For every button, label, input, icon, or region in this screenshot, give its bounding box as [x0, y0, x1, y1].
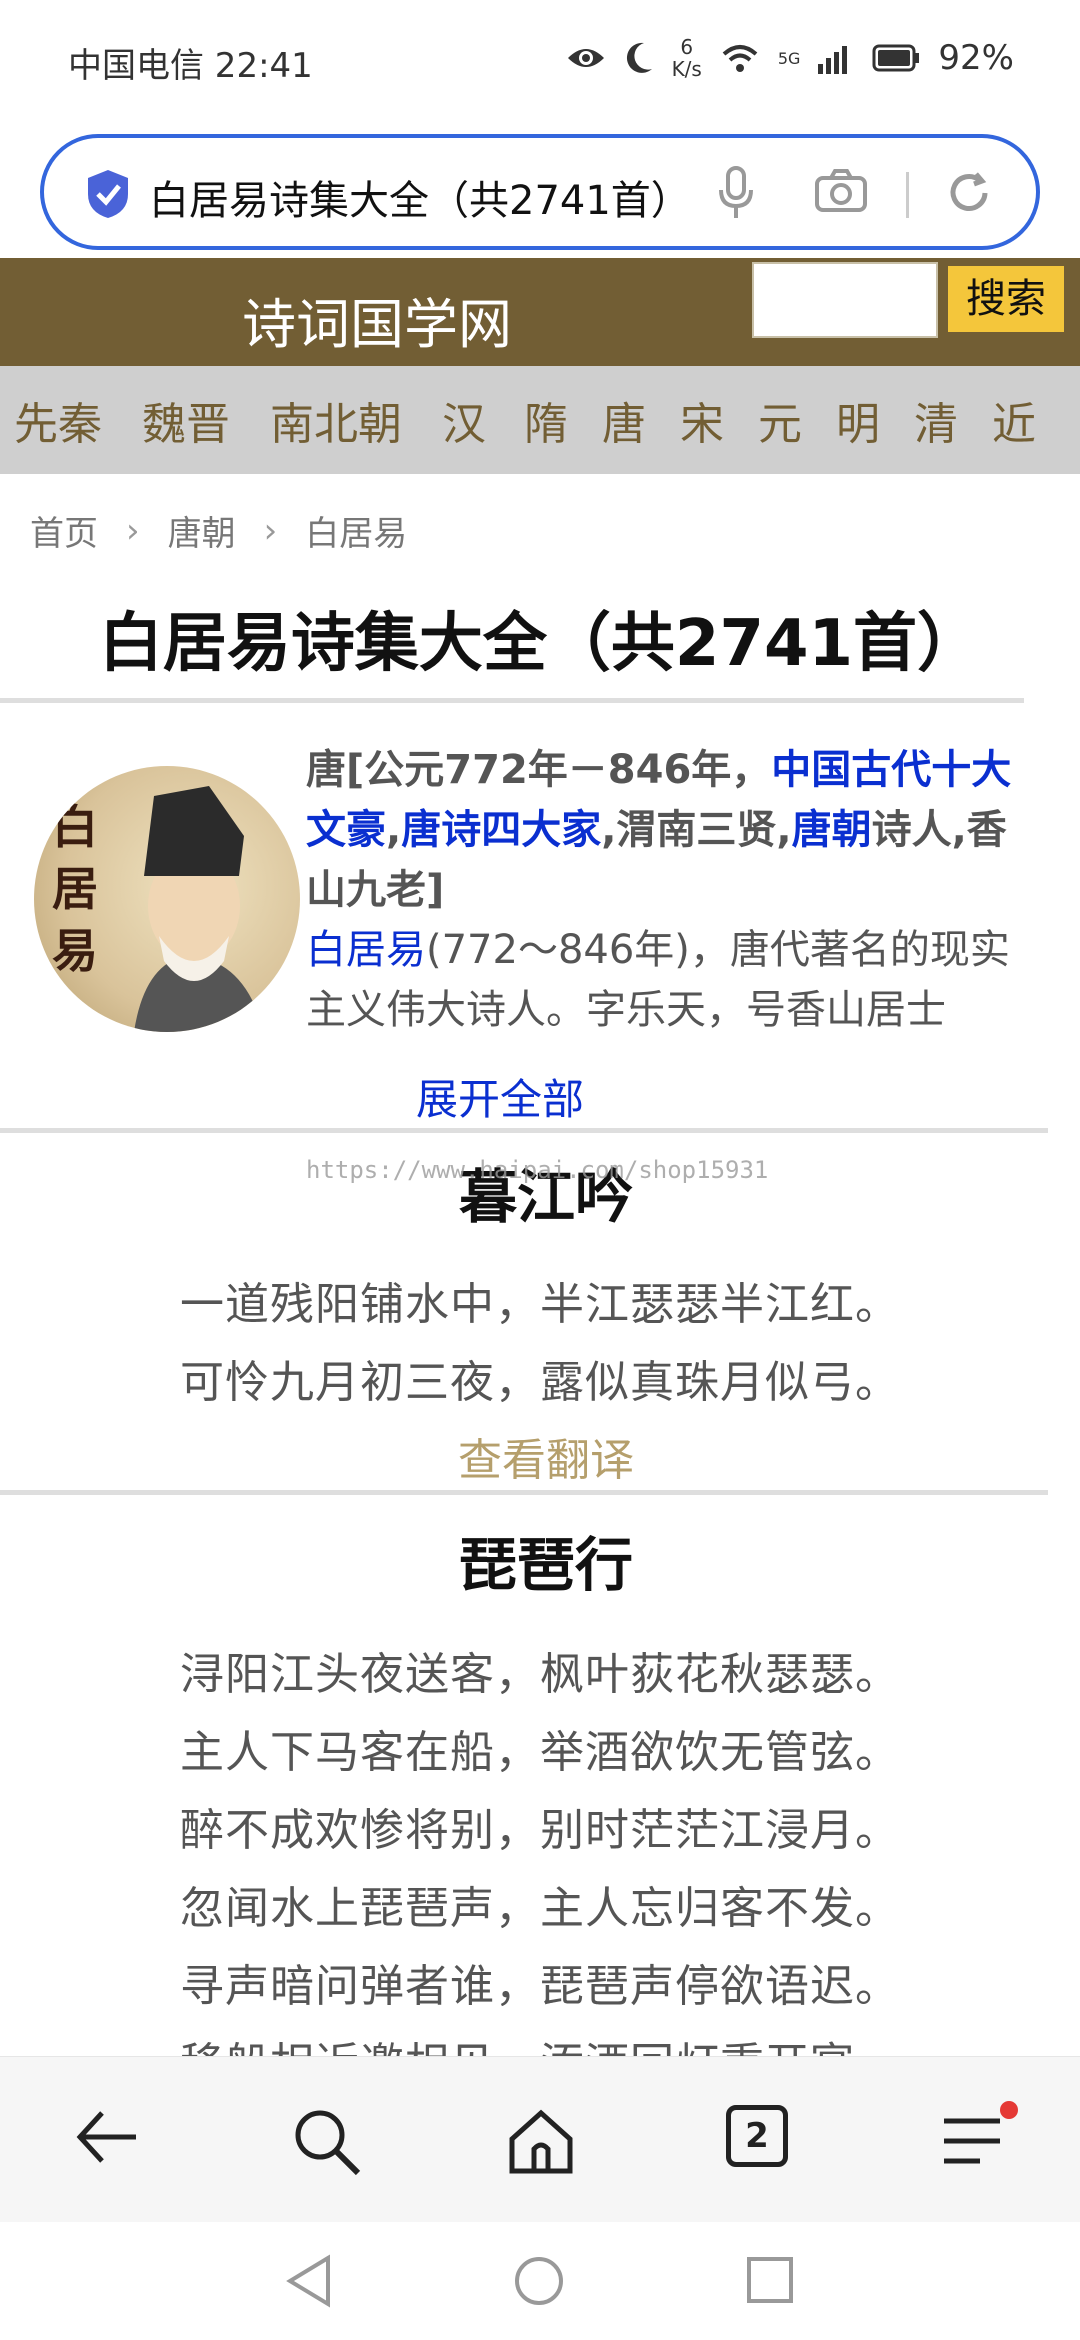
- divider: [0, 1128, 1048, 1133]
- author-meta-text: 唐[公元772年－846年，: [306, 747, 772, 793]
- reload-icon[interactable]: [944, 168, 994, 218]
- author-intro: 白居易(772～846年)，唐代著名的现实主义伟大诗人。字乐天，号香山居士: [306, 920, 1036, 1040]
- dynasty-item-song[interactable]: 宋: [680, 388, 724, 452]
- chevron-right-icon: ›: [263, 510, 278, 551]
- tab-count-button[interactable]: 2: [726, 2105, 788, 2167]
- poem-line: 浔阳江头夜送客，枫叶荻花秋瑟瑟。: [180, 1649, 900, 1700]
- breadcrumb-tang[interactable]: 唐朝: [168, 506, 236, 555]
- shield-icon: [88, 170, 128, 218]
- net-speed-unit: K/s: [671, 57, 702, 81]
- battery-icon: [872, 44, 920, 72]
- tag-link-four-masters[interactable]: 唐诗四大家: [401, 807, 601, 853]
- dynasty-item-yuan[interactable]: 元: [758, 388, 802, 452]
- home-icon[interactable]: [506, 2107, 576, 2177]
- status-icons: 6 K/s 5G 92%: [566, 36, 1014, 80]
- chevron-right-icon: ›: [126, 510, 140, 551]
- carrier-time: 中国电信 22:41: [68, 46, 313, 86]
- search-button[interactable]: 搜索: [948, 266, 1064, 332]
- dynasty-item-ming[interactable]: 明: [836, 388, 880, 452]
- search-input[interactable]: [752, 262, 938, 338]
- dynasty-item-weijin[interactable]: 魏晋: [142, 388, 230, 452]
- breadcrumb-home[interactable]: 首页: [30, 506, 98, 555]
- poem-line: 醉不成欢惨将别，别时茫茫江浸月。: [180, 1805, 900, 1856]
- eye-icon: [567, 49, 604, 67]
- nav-recents-icon[interactable]: [746, 2256, 794, 2304]
- author-meta-sep: ,: [386, 807, 402, 853]
- battery-percent: 92%: [938, 38, 1014, 78]
- dynasty-item-nanbeichao[interactable]: 南北朝: [270, 388, 402, 452]
- avatar-calligraphy: 白居易: [52, 800, 98, 978]
- dynasty-item-tang[interactable]: 唐: [602, 388, 646, 452]
- search-icon[interactable]: [292, 2107, 362, 2177]
- browser-toolbar: 2: [0, 2056, 1080, 2222]
- status-bar: 中国电信 22:41 6 K/s 5G 92%: [0, 0, 1080, 120]
- poem-line: 可怜九月初三夜，露似真珠月似弓。: [180, 1357, 900, 1408]
- network-type: 5G: [777, 48, 801, 68]
- nav-home-icon[interactable]: [512, 2254, 566, 2308]
- menu-icon[interactable]: [940, 2115, 1004, 2167]
- dynasty-item-qing[interactable]: 清: [914, 388, 958, 452]
- url-text[interactable]: 白居易诗集大全（共2741首）: [149, 168, 719, 222]
- poem-line: 寻声暗问弹者谁，琵琶声停欲语迟。: [180, 1961, 900, 2012]
- expand-all-link[interactable]: 展开全部: [0, 1066, 1000, 1127]
- poem-title[interactable]: 琵琶行: [0, 1518, 1080, 1602]
- system-navigation-bar: [0, 2222, 1080, 2340]
- dynasty-item-han[interactable]: 汉: [442, 388, 486, 452]
- notification-dot: [1000, 2101, 1018, 2119]
- net-speed-value: 6: [680, 35, 694, 59]
- moon-icon: [626, 42, 652, 73]
- wifi-icon: [722, 45, 758, 72]
- camera-icon[interactable]: [814, 168, 868, 214]
- author-name-link[interactable]: 白居易: [306, 927, 426, 973]
- breadcrumb: 首页 › 唐朝 › 白居易: [30, 506, 407, 555]
- dynasty-item-xianqin[interactable]: 先秦: [14, 388, 102, 452]
- tag-link-tang[interactable]: 唐朝: [792, 807, 872, 853]
- dynasty-item-sui[interactable]: 隋: [524, 388, 568, 452]
- author-avatar[interactable]: 白居易: [34, 766, 300, 1032]
- page-title: 白居易诗集大全（共2741首）: [98, 607, 982, 681]
- author-meta: 唐[公元772年－846年，中国古代十大文豪,唐诗四大家,渭南三贤,唐朝诗人,香…: [306, 740, 1036, 920]
- dynasty-nav: 先秦 魏晋 南北朝 汉 隋 唐 宋 元 明 清 近: [0, 366, 1080, 474]
- site-header: 诗词国学网 搜索: [0, 258, 1080, 366]
- view-translation-link[interactable]: 查看翻译: [0, 1424, 1080, 1488]
- breadcrumb-baijuyi[interactable]: 白居易: [305, 506, 407, 555]
- nav-back-icon[interactable]: [284, 2254, 332, 2308]
- poem-line: 一道残阳铺水中，半江瑟瑟半江红。: [180, 1279, 900, 1330]
- author-meta-text: ,渭南三贤,: [601, 807, 792, 853]
- watermark-text: https://www.haipai.com/shop15931: [306, 1156, 769, 1184]
- dynasty-item-jin[interactable]: 近: [992, 388, 1036, 452]
- net-speed: 6 K/s: [672, 36, 702, 80]
- address-bar[interactable]: 白居易诗集大全（共2741首）: [40, 134, 1040, 250]
- site-title[interactable]: 诗词国学网: [242, 280, 512, 359]
- divider: [0, 1490, 1048, 1495]
- poem-line: 主人下马客在船，举酒欲饮无管弦。: [180, 1727, 900, 1778]
- address-divider: [906, 172, 909, 218]
- microphone-icon[interactable]: [716, 166, 756, 222]
- signal-icon: [818, 46, 848, 74]
- back-arrow-icon[interactable]: [74, 2107, 140, 2167]
- divider: [0, 698, 1024, 703]
- poem-line: 忽闻水上琵琶声，主人忘归客不发。: [180, 1883, 900, 1934]
